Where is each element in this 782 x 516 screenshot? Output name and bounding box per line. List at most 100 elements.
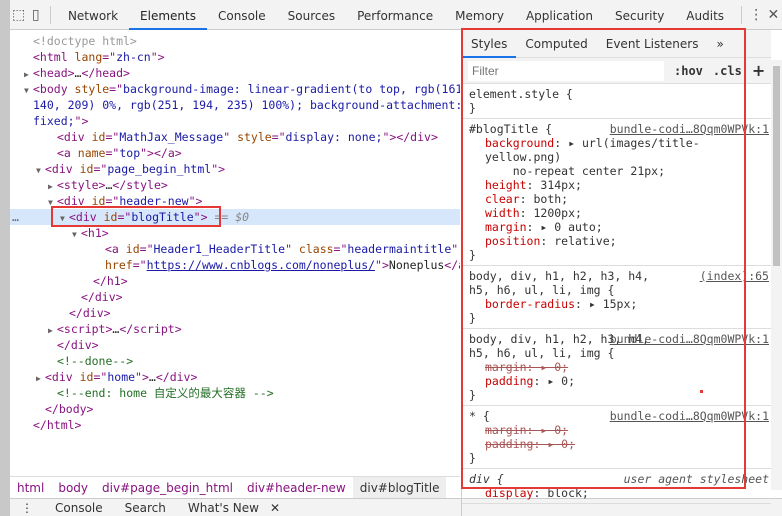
inspect-element-icon[interactable]: ⬚ xyxy=(10,0,27,30)
token-val: 140, 209) 0%, rgb(251, 194, 235) 100%); … xyxy=(33,98,460,112)
token-tag: </div> xyxy=(155,370,198,384)
tab-sources[interactable]: Sources xyxy=(277,0,346,30)
dom-node-line[interactable]: <a id="Header1_HeaderTitle" class="heade… xyxy=(10,241,460,257)
dom-node-line[interactable]: ▶ <style>…</style> xyxy=(10,177,460,193)
token-text: … xyxy=(148,370,156,384)
dom-node-line[interactable]: <div id="MathJax_Message" style="display… xyxy=(10,129,460,145)
token-tag: =" xyxy=(93,370,108,384)
dom-tree[interactable]: <!doctype html> <html lang="zh-cn"> ▶ <head… xyxy=(10,31,460,475)
dom-node-line[interactable]: href="https://www.cnblogs.com/noneplus/"… xyxy=(10,257,460,273)
token-val: headermaintitle xyxy=(347,242,452,256)
tab-elements[interactable]: Elements xyxy=(129,0,207,30)
breadcrumb: html body div#page_begin_html div#header-ne… xyxy=(10,476,460,499)
token-tag: <script> xyxy=(57,322,113,336)
dom-node-line[interactable]: <!doctype html> xyxy=(10,33,460,49)
token-comment: <!--end: home 自定义的最大容器 --> xyxy=(57,386,274,400)
drawer-menu-icon[interactable]: ⋮ xyxy=(10,501,44,515)
token-tag: "> xyxy=(135,370,149,384)
token-tag: </body> xyxy=(45,402,94,416)
more-actions-icon[interactable]: … xyxy=(12,209,19,225)
dom-node-line[interactable]: ▼ <body style="background-image: linear-g… xyxy=(10,81,460,97)
drawer-tab-console[interactable]: Console xyxy=(44,501,114,515)
token-val: zh-cn xyxy=(116,50,151,64)
dom-node-line[interactable]: </div> xyxy=(10,305,460,321)
token-attr: id xyxy=(79,162,94,176)
token-tag: =" xyxy=(109,82,124,96)
scrollbar[interactable] xyxy=(771,60,782,490)
breadcrumb-item[interactable]: html xyxy=(10,477,51,499)
token-attr: id xyxy=(91,130,106,144)
token-val: home xyxy=(107,370,136,384)
drawer-tab-search[interactable]: Search xyxy=(114,501,177,515)
dom-node-line[interactable]: </html> xyxy=(10,417,460,433)
token-tag: "></a> xyxy=(140,146,182,160)
tab-security[interactable]: Security xyxy=(604,0,675,30)
token-attr: lang xyxy=(74,50,103,64)
token-tag: <div xyxy=(45,162,80,176)
tab-audits[interactable]: Audits xyxy=(675,0,735,30)
dom-node-line[interactable]: 140, 209) 0%, rgb(251, 194, 235) 100%); … xyxy=(10,97,460,113)
dom-node-line[interactable]: </body> xyxy=(10,401,460,417)
token-tag: "></div> xyxy=(382,130,438,144)
dom-node-line[interactable]: <html lang="zh-cn"> xyxy=(10,49,460,65)
dom-node-line[interactable]: ▶ <div id="home">…</div> xyxy=(10,369,460,385)
dom-node-line[interactable]: </div> xyxy=(10,337,460,353)
token-link[interactable]: https://www.cnblogs.com/noneplus/ xyxy=(147,258,375,272)
token-tag: </script> xyxy=(119,322,182,336)
breadcrumb-item[interactable]: div#blogTitle xyxy=(352,476,447,499)
token-attr: name xyxy=(77,146,106,160)
token-tag: " xyxy=(285,242,299,256)
token-comment: <!--done--> xyxy=(57,354,134,368)
close-icon[interactable]: ✕ xyxy=(270,501,280,515)
dom-node-line[interactable]: </div> xyxy=(10,289,460,305)
token-val: MathJax_Message xyxy=(119,130,224,144)
drawer-tab-whats-new[interactable]: What's New xyxy=(177,501,270,515)
tab-application[interactable]: Application xyxy=(515,0,604,30)
breadcrumb-item[interactable]: div#page_begin_html xyxy=(95,477,240,499)
divider xyxy=(50,5,51,24)
token-attr: href xyxy=(105,258,133,272)
highlight-annotation xyxy=(51,206,221,227)
token-tag: </head> xyxy=(81,66,130,80)
token-tag: <body xyxy=(33,82,75,96)
dom-node-line[interactable]: ▼ <div id="page_begin_html"> xyxy=(10,161,460,177)
token-val: top xyxy=(119,146,141,160)
tab-network[interactable]: Network xyxy=(57,0,129,30)
token-tag: =" xyxy=(271,130,286,144)
close-icon[interactable]: ✕ xyxy=(765,0,782,30)
dom-node-line[interactable]: <a name="top"></a> xyxy=(10,145,460,161)
token-tag: </a> xyxy=(444,258,460,272)
token-attr: id xyxy=(79,370,94,384)
tab-performance[interactable]: Performance xyxy=(346,0,444,30)
token-tag: =" xyxy=(132,258,147,272)
token-tag: <html xyxy=(33,50,75,64)
dom-node-line[interactable]: <!--done--> xyxy=(10,353,460,369)
breadcrumb-item[interactable]: div#header-new xyxy=(240,477,353,499)
token-tag: <head> xyxy=(33,66,75,80)
more-menu-icon[interactable]: ⋮ xyxy=(748,0,765,30)
token-tag: <style> xyxy=(57,178,106,192)
token-val: fixed; xyxy=(33,114,75,128)
token-tag: =" xyxy=(333,242,348,256)
new-rule-button[interactable]: + xyxy=(752,61,765,80)
divider xyxy=(741,5,742,24)
tab-console[interactable]: Console xyxy=(207,0,277,30)
dom-node-line[interactable]: ▼ <h1> xyxy=(10,225,460,241)
dom-node-line[interactable]: </h1> xyxy=(10,273,460,289)
tab-memory[interactable]: Memory xyxy=(444,0,515,30)
dom-node-line[interactable]: <!--end: home 自定义的最大容器 --> xyxy=(10,385,460,401)
token-tag: <h1> xyxy=(81,226,109,240)
token-tag: =" xyxy=(93,162,108,176)
token-tag: "> xyxy=(150,50,165,64)
token-dim: <!doctype html> xyxy=(33,34,137,48)
breadcrumb-item[interactable]: body xyxy=(51,477,95,499)
token-tag: <a xyxy=(105,242,126,256)
token-attr: id xyxy=(125,242,140,256)
dom-node-line[interactable]: fixed;"> xyxy=(10,113,460,129)
token-tag: </div> xyxy=(81,290,123,304)
token-tag: </div> xyxy=(69,306,111,320)
dom-node-line[interactable]: ▶ <head>…</head> xyxy=(10,65,460,81)
dom-node-line[interactable]: ▶ <script>…</script> xyxy=(10,321,460,337)
token-tag: <div xyxy=(45,370,80,384)
device-toggle-icon[interactable]: ▯ xyxy=(27,0,44,30)
